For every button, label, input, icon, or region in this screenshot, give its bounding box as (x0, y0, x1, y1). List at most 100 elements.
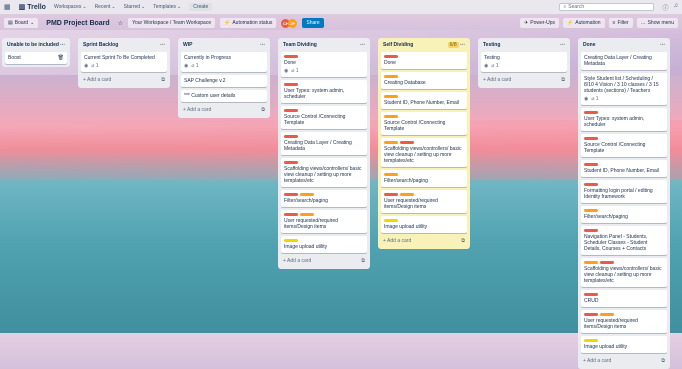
card-label[interactable] (284, 83, 298, 86)
list-column[interactable]: Done ⋯ Creating Data Layer / Creating Meta… (578, 38, 670, 369)
card-label[interactable] (384, 55, 398, 58)
nav-templates[interactable]: Templates ⌄ (153, 4, 181, 10)
card[interactable]: Boost 🗑 (5, 52, 67, 64)
card-label[interactable] (284, 239, 298, 242)
nav-starred[interactable]: Starred ⌄ (124, 4, 146, 10)
list-header[interactable]: Done ⋯ (581, 41, 667, 49)
add-card-button[interactable]: Add a card ⧉ (181, 105, 267, 115)
list-column[interactable]: Unable to be included ⋯ Boost 🗑 (2, 38, 70, 67)
list-title[interactable]: Sprint Backlog (83, 42, 118, 48)
card-label[interactable] (584, 313, 598, 316)
card-label[interactable] (384, 219, 398, 222)
list-menu-icon[interactable]: ⋯ (560, 42, 565, 48)
list-menu-icon[interactable]: ⋯ (660, 42, 665, 48)
card[interactable]: Done (381, 52, 467, 69)
card-label[interactable] (584, 163, 598, 166)
trash-icon[interactable]: 🗑 (58, 55, 64, 61)
list-title[interactable]: Testing (483, 42, 500, 48)
card-label[interactable] (600, 261, 614, 264)
template-icon[interactable]: ⧉ (161, 77, 165, 83)
card-label[interactable] (400, 141, 414, 144)
list-column[interactable]: Self Dividing 6/8 ⋯ Done Creating Database S… (378, 38, 470, 249)
card-label[interactable] (600, 313, 614, 316)
card[interactable]: Creating Data Layer / Creating Metadata (581, 52, 667, 70)
power-ups-button[interactable]: ✈ Power-Ups (520, 18, 560, 28)
template-icon[interactable]: ⧉ (461, 238, 465, 244)
card[interactable]: Style Student list / Scheduling / 8/10 4… (581, 73, 667, 105)
list-title[interactable]: WIP (183, 42, 192, 48)
card[interactable]: Student ID, Phone Number, Email (381, 92, 467, 109)
card[interactable]: Scaffolding views/controllers/ basic vie… (381, 138, 467, 167)
card-label[interactable] (384, 173, 398, 176)
card[interactable]: Source Control /Connecting Template (281, 106, 367, 129)
card[interactable]: Done ◉ ⌀ 1 (281, 52, 367, 77)
template-icon[interactable]: ⧉ (261, 107, 265, 113)
card[interactable]: Image upload utility (581, 336, 667, 353)
list-column[interactable]: Team Dividing ⋯ Done ◉ ⌀ 1 User Types: system… (278, 38, 370, 269)
card[interactable]: Source Control /Connecting Template (581, 134, 667, 157)
card-label[interactable] (584, 183, 598, 186)
visibility-button[interactable]: Your Workspace / Team Workspace (128, 18, 216, 28)
card[interactable]: Filter/search/paging (581, 206, 667, 223)
list-header[interactable]: Team Dividing ⋯ (281, 41, 367, 49)
list-column[interactable]: Testing ⋯ Testing ◉⌀ 1 Add a card ⧉ (478, 38, 570, 88)
add-card-button[interactable]: Add a card ⧉ (581, 356, 667, 366)
list-column[interactable]: Sprint Backlog ⋯ Current Sprint To Be Comp… (78, 38, 170, 88)
nav-workspaces[interactable]: Workspaces ⌄ (54, 4, 87, 10)
card-label[interactable] (584, 339, 598, 342)
search-input[interactable]: ⌕ Search (559, 3, 655, 11)
card-label[interactable] (400, 193, 414, 196)
card[interactable]: Scaffolding views/controllers/ basic vie… (281, 158, 367, 187)
card[interactable]: Current Sprint To Be Completed ◉ ⌀ 1 (81, 52, 167, 72)
card-label[interactable] (584, 261, 598, 264)
list-header[interactable]: Testing ⋯ (481, 41, 567, 49)
template-icon[interactable]: ⧉ (661, 358, 665, 364)
card-label[interactable] (384, 115, 398, 118)
list-title[interactable]: Self Dividing (383, 42, 413, 48)
card[interactable]: SAP Challenge v.2 (181, 75, 267, 87)
card[interactable]: Formatting login portal / editing Identi… (581, 180, 667, 203)
list-header[interactable]: Unable to be included ⋯ (5, 41, 67, 49)
card-label[interactable] (284, 213, 298, 216)
create-button[interactable]: Create (189, 3, 213, 11)
card[interactable]: Testing ◉ ⌀ 1 (481, 52, 567, 72)
add-card-button[interactable]: Add a card ⧉ (281, 256, 367, 266)
list-menu-icon[interactable]: ⋯ (60, 42, 65, 48)
show-menu-button[interactable]: … Show menu (636, 18, 678, 28)
template-icon[interactable]: ⧉ (561, 77, 565, 83)
card-label[interactable] (284, 161, 298, 164)
nav-recent[interactable]: Recent ⌄ (95, 4, 116, 10)
list-header[interactable]: Self Dividing 6/8 ⋯ (381, 41, 467, 49)
card-label[interactable] (384, 193, 398, 196)
card[interactable]: Source Control /Connecting Template (381, 112, 467, 135)
card[interactable]: User requested/required items/Design ite… (281, 210, 367, 233)
card-label[interactable] (384, 141, 398, 144)
card-label[interactable] (584, 137, 598, 140)
list-header[interactable]: WIP ⋯ (181, 41, 267, 49)
apps-grid-icon[interactable]: ▦ (4, 3, 11, 11)
card-label[interactable] (584, 209, 598, 212)
bell-icon[interactable]: ♫ (674, 3, 679, 12)
star-icon[interactable]: ☆ (118, 20, 123, 27)
card[interactable]: Navigation Panel - Students, Scheduler C… (581, 226, 667, 255)
card[interactable]: Creating Data Layer / Creating Metadata (281, 132, 367, 155)
card-label[interactable] (284, 55, 298, 58)
trello-logo[interactable]: ▥ Trello (19, 3, 46, 12)
info-icon[interactable]: ⓘ (662, 3, 668, 12)
card[interactable]: Student ID, Phone Number, Email (581, 160, 667, 177)
card[interactable]: *** Custom user details (181, 90, 267, 102)
card[interactable]: Filter/search/paging (381, 170, 467, 187)
card[interactable]: Filter/search/paging (281, 190, 367, 207)
workspace-chip[interactable]: ⚡ Automation status (220, 18, 277, 28)
card-label[interactable] (584, 293, 598, 296)
board-view-switcher[interactable]: ▤ Board ⌄ (4, 18, 39, 28)
board-title[interactable]: PMD Project Board (43, 20, 112, 27)
list-menu-icon[interactable]: ⋯ (160, 42, 165, 48)
list-menu-icon[interactable]: ⋯ (460, 42, 465, 48)
card-label[interactable] (300, 213, 314, 216)
card-label[interactable] (284, 193, 298, 196)
list-menu-icon[interactable]: ⋯ (260, 42, 265, 48)
card-label[interactable] (384, 75, 398, 78)
card[interactable]: Image upload utility (381, 216, 467, 233)
template-icon[interactable]: ⧉ (361, 258, 365, 264)
